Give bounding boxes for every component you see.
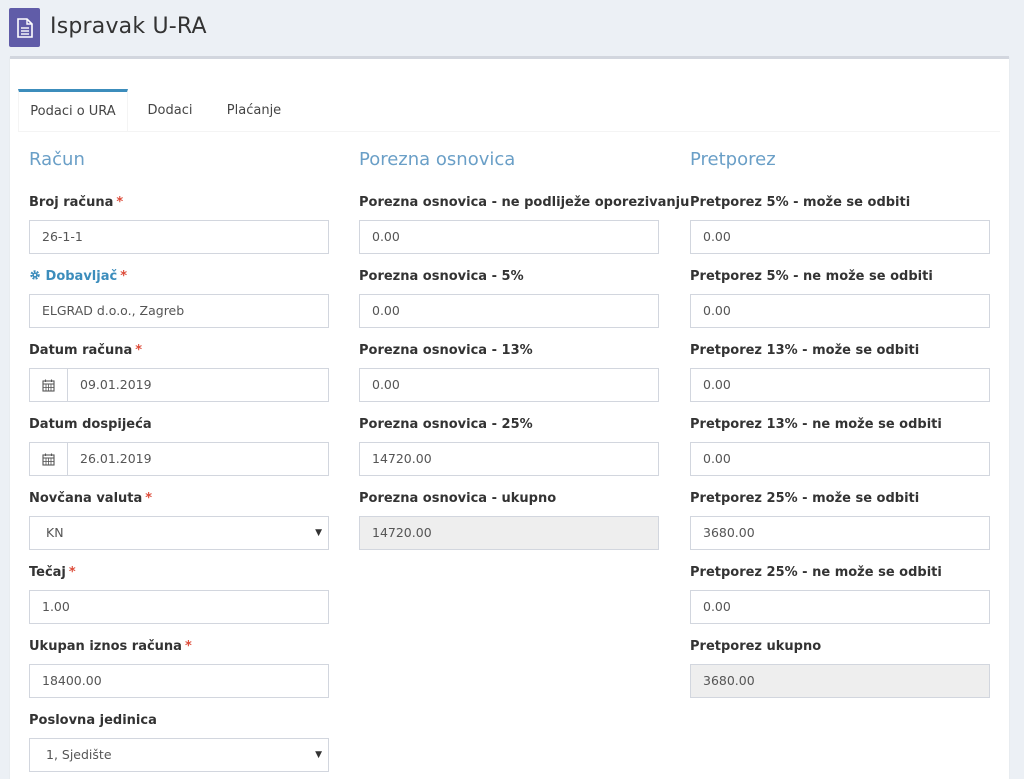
pretporez-ukupno-label: Pretporez ukupno xyxy=(690,639,822,654)
section-title-osnovica: Porezna osnovica xyxy=(359,149,516,170)
osnovica-ukupno-label: Porezna osnovica - ukupno xyxy=(359,491,557,506)
ukupan-iznos-input[interactable]: 18400.00 xyxy=(29,664,329,698)
pretporez-5-moze-label: Pretporez 5% - može se odbiti xyxy=(690,195,911,210)
datum-racuna-label: Datum računa * xyxy=(29,343,143,358)
pretporez-25-moze-label: Pretporez 25% - može se odbiti xyxy=(690,491,920,506)
caret-down-icon: ▼ xyxy=(315,750,322,760)
tecaj-label: Tečaj * xyxy=(29,565,76,580)
form-box: Podaci o URA Dodaci Plaćanje Račun Broj … xyxy=(10,56,1009,779)
document-icon xyxy=(9,8,40,47)
tab-placanje[interactable]: Plaćanje xyxy=(218,89,290,130)
pretporez-13-ne-label: Pretporez 13% - ne može se odbiti xyxy=(690,417,942,432)
osnovica-ukupno-input: 14720.00 xyxy=(359,516,659,550)
poslovna-jedinica-select[interactable]: 1, Sjedište ▼ xyxy=(29,738,329,772)
dobavljac-link[interactable]: Dobavljač xyxy=(29,269,117,284)
osnovica-25-label: Porezna osnovica - 25% xyxy=(359,417,533,432)
tecaj-input[interactable]: 1.00 xyxy=(29,590,329,624)
osnovica-5-label: Porezna osnovica - 5% xyxy=(359,269,524,284)
osnovica-column: Porezna osnovica Porezna osnovica - ne p… xyxy=(359,145,689,550)
datum-dospijeca-input[interactable]: 26.01.2019 xyxy=(29,442,329,476)
dobavljac-label: Dobavljač * xyxy=(29,269,127,284)
tab-dodaci[interactable]: Dodaci xyxy=(136,89,204,130)
tab-bar: Podaci o URA Dodaci Plaćanje xyxy=(18,89,1000,132)
section-title-racun: Račun xyxy=(29,149,85,170)
calendar-icon[interactable] xyxy=(30,369,68,401)
broj-racuna-input[interactable]: 26-1-1 xyxy=(29,220,329,254)
racun-column: Račun Broj računa * 26-1-1 Dobavljač * ELG… xyxy=(29,145,329,772)
pretporez-25-moze-input[interactable]: 3680.00 xyxy=(690,516,990,550)
pretporez-ukupno-input: 3680.00 xyxy=(690,664,990,698)
gear-icon xyxy=(30,270,40,280)
broj-racuna-label: Broj računa * xyxy=(29,195,124,210)
tab-podaci-o-ura[interactable]: Podaci o URA xyxy=(18,89,128,131)
page-header: Ispravak U-RA xyxy=(0,0,1024,56)
datum-dospijeca-label: Datum dospijeća xyxy=(29,417,152,432)
page-title: Ispravak U-RA xyxy=(50,14,207,39)
ukupan-iznos-label: Ukupan iznos računa * xyxy=(29,639,192,654)
pretporez-5-ne-label: Pretporez 5% - ne može se odbiti xyxy=(690,269,933,284)
pretporez-5-ne-input[interactable]: 0.00 xyxy=(690,294,990,328)
dobavljac-input[interactable]: ELGRAD d.o.o., Zagreb xyxy=(29,294,329,328)
valuta-label: Novčana valuta * xyxy=(29,491,153,506)
pretporez-5-moze-input[interactable]: 0.00 xyxy=(690,220,990,254)
calendar-icon[interactable] xyxy=(30,443,68,475)
osnovica-13-label: Porezna osnovica - 13% xyxy=(359,343,533,358)
poslovna-jedinica-label: Poslovna jedinica xyxy=(29,713,157,728)
osnovica-5-input[interactable]: 0.00 xyxy=(359,294,659,328)
osnovica-ne-podlijeze-input[interactable]: 0.00 xyxy=(359,220,659,254)
pretporez-13-ne-input[interactable]: 0.00 xyxy=(690,442,990,476)
pretporez-25-ne-input[interactable]: 0.00 xyxy=(690,590,990,624)
osnovica-13-input[interactable]: 0.00 xyxy=(359,368,659,402)
section-title-pretporez: Pretporez xyxy=(690,149,776,170)
pretporez-13-moze-input[interactable]: 0.00 xyxy=(690,368,990,402)
osnovica-25-input[interactable]: 14720.00 xyxy=(359,442,659,476)
pretporez-column: Pretporez Pretporez 5% - može se odbiti … xyxy=(690,145,990,698)
caret-down-icon: ▼ xyxy=(315,528,322,538)
datum-racuna-input[interactable]: 09.01.2019 xyxy=(29,368,329,402)
pretporez-25-ne-label: Pretporez 25% - ne može se odbiti xyxy=(690,565,942,580)
osnovica-ne-podlijeze-label: Porezna osnovica - ne podliježe oporeziv… xyxy=(359,195,690,210)
valuta-select[interactable]: KN ▼ xyxy=(29,516,329,550)
pretporez-13-moze-label: Pretporez 13% - može se odbiti xyxy=(690,343,920,358)
